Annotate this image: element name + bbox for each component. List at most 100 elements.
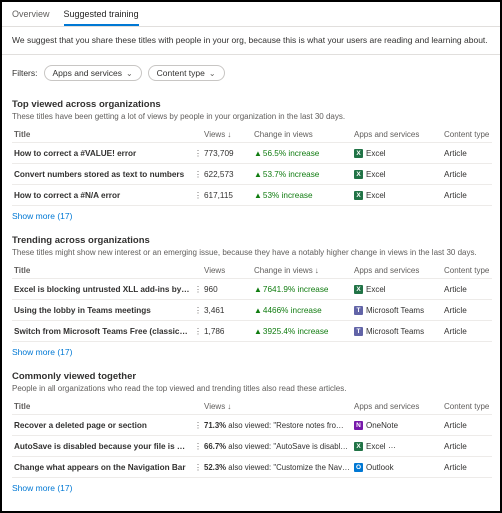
section-subtext: People in all organizations who read the…	[12, 384, 490, 393]
row-menu-icon[interactable]: ⋮	[192, 415, 202, 436]
row-change: ▲56.5% increase	[252, 143, 352, 164]
row-change: ▲7641.9% increase	[252, 279, 352, 300]
excel-icon: X	[354, 285, 363, 294]
filter-apps-and-services[interactable]: Apps and services ⌄	[44, 65, 142, 81]
row-menu-icon[interactable]: ⋮	[192, 436, 202, 457]
row-views: 1,786	[202, 321, 252, 342]
col-apps[interactable]: Apps and services	[352, 263, 442, 279]
app-name: PowerPoint	[400, 442, 441, 451]
excel-icon: X	[354, 170, 363, 179]
app-name: Microsoft Teams	[366, 306, 424, 315]
app-name: Outlook	[366, 463, 394, 472]
section-subtext: These titles have been getting a lot of …	[12, 112, 490, 121]
tab-bar: Overview Suggested training	[2, 2, 500, 27]
row-title[interactable]: Switch from Microsoft Teams Free (classi…	[12, 321, 192, 342]
row-change: ▲53.7% increase	[252, 164, 352, 185]
row-apps: XExcel	[352, 279, 442, 300]
row-title[interactable]: How to correct a #VALUE! error	[12, 143, 192, 164]
show-more-link[interactable]: Show more (17)	[12, 478, 490, 501]
table-row[interactable]: AutoSave is disabled because your file i…	[12, 436, 492, 457]
filter-apps-label: Apps and services	[53, 68, 122, 78]
row-menu-icon[interactable]: ⋮	[192, 164, 202, 185]
show-more-link[interactable]: Show more (17)	[12, 342, 490, 365]
row-type: Article	[442, 436, 492, 457]
app-name: Excel	[366, 149, 386, 158]
app-name: Excel	[366, 285, 386, 294]
table-row[interactable]: Change what appears on the Navigation Ba…	[12, 457, 492, 478]
col-views[interactable]: Views	[202, 263, 252, 279]
section-heading: Trending across organizations	[12, 235, 490, 246]
section-trending: Trending across organizations These titl…	[2, 235, 500, 365]
row-views: 617,115	[202, 185, 252, 206]
excel-icon: X	[354, 191, 363, 200]
row-apps: TMicrosoft Teams	[352, 300, 442, 321]
table-row[interactable]: Using the lobby in Teams meetings⋮3,461▲…	[12, 300, 492, 321]
col-title[interactable]: Title	[12, 263, 192, 279]
row-menu-icon[interactable]: ⋮	[192, 457, 202, 478]
row-title[interactable]: AutoSave is disabled because your file i…	[12, 436, 192, 457]
col-views[interactable]: Views↓	[202, 399, 352, 415]
col-change[interactable]: Change in views↓	[252, 263, 352, 279]
col-change[interactable]: Change in views	[252, 127, 352, 143]
row-also-viewed: 52.3% also viewed: "Customize the Naviga…	[202, 457, 352, 478]
col-title[interactable]: Title	[12, 399, 192, 415]
row-title[interactable]: Convert numbers stored as text to number…	[12, 164, 192, 185]
show-more-link[interactable]: Show more (17)	[12, 206, 490, 229]
row-menu-icon[interactable]: ⋮	[192, 321, 202, 342]
col-title[interactable]: Title	[12, 127, 192, 143]
increase-icon: ▲	[254, 149, 262, 158]
col-type[interactable]: Content type	[442, 399, 492, 415]
col-apps[interactable]: Apps and services	[352, 127, 442, 143]
chevron-down-icon: ⌄	[126, 69, 133, 78]
row-title[interactable]: Change what appears on the Navigation Ba…	[12, 457, 192, 478]
excel-icon: X	[354, 149, 363, 158]
col-views[interactable]: Views↓	[202, 127, 252, 143]
row-title[interactable]: Recover a deleted page or section	[12, 415, 192, 436]
col-apps[interactable]: Apps and services	[352, 399, 442, 415]
tab-suggested-training[interactable]: Suggested training	[64, 5, 139, 26]
onenote-icon: N	[354, 421, 363, 430]
row-views: 3,461	[202, 300, 252, 321]
outlook-icon: O	[354, 463, 363, 472]
row-menu-icon[interactable]: ⋮	[192, 300, 202, 321]
together-table: Title Views↓ Apps and services Content t…	[12, 399, 492, 478]
row-views: 622,573	[202, 164, 252, 185]
section-heading: Top viewed across organizations	[12, 99, 490, 110]
section-heading: Commonly viewed together	[12, 371, 490, 382]
row-change: ▲3925.4% increase	[252, 321, 352, 342]
row-apps: OOutlook	[352, 457, 442, 478]
row-title[interactable]: Using the lobby in Teams meetings	[12, 300, 192, 321]
row-apps: XExcel	[352, 185, 442, 206]
row-title[interactable]: Excel is blocking untrusted XLL add-ins …	[12, 279, 192, 300]
app-name: Microsoft Teams	[366, 327, 424, 336]
col-type[interactable]: Content type	[442, 263, 492, 279]
teams-icon: T	[354, 327, 363, 336]
row-apps: TMicrosoft Teams	[352, 321, 442, 342]
row-change: ▲53% increase	[252, 185, 352, 206]
row-menu-icon[interactable]: ⋮	[192, 279, 202, 300]
table-row[interactable]: Convert numbers stored as text to number…	[12, 164, 492, 185]
table-row[interactable]: Excel is blocking untrusted XLL add-ins …	[12, 279, 492, 300]
increase-icon: ▲	[254, 191, 262, 200]
row-menu-icon[interactable]: ⋮	[192, 185, 202, 206]
table-row[interactable]: Switch from Microsoft Teams Free (classi…	[12, 321, 492, 342]
page-description: We suggest that you share these titles w…	[2, 27, 500, 55]
row-also-viewed: 66.7% also viewed: "AutoSave is disabled…	[202, 436, 352, 457]
table-row[interactable]: Recover a deleted page or section⋮71.3% …	[12, 415, 492, 436]
table-row[interactable]: How to correct a #VALUE! error⋮773,709▲5…	[12, 143, 492, 164]
row-views: 960	[202, 279, 252, 300]
row-type: Article	[442, 185, 492, 206]
row-title[interactable]: How to correct a #N/A error	[12, 185, 192, 206]
filter-content-type[interactable]: Content type ⌄	[148, 65, 225, 81]
app-name: OneNote	[366, 421, 398, 430]
table-row[interactable]: How to correct a #N/A error⋮617,115▲53% …	[12, 185, 492, 206]
row-type: Article	[442, 300, 492, 321]
row-menu-icon[interactable]: ⋮	[192, 143, 202, 164]
section-top-viewed: Top viewed across organizations These ti…	[2, 99, 500, 229]
filters-label: Filters:	[12, 68, 38, 78]
app-name: Excel	[366, 442, 386, 451]
app-name: Excel	[366, 170, 386, 179]
tab-overview[interactable]: Overview	[12, 5, 50, 26]
col-type[interactable]: Content type	[442, 127, 492, 143]
app-name: Excel	[366, 191, 386, 200]
